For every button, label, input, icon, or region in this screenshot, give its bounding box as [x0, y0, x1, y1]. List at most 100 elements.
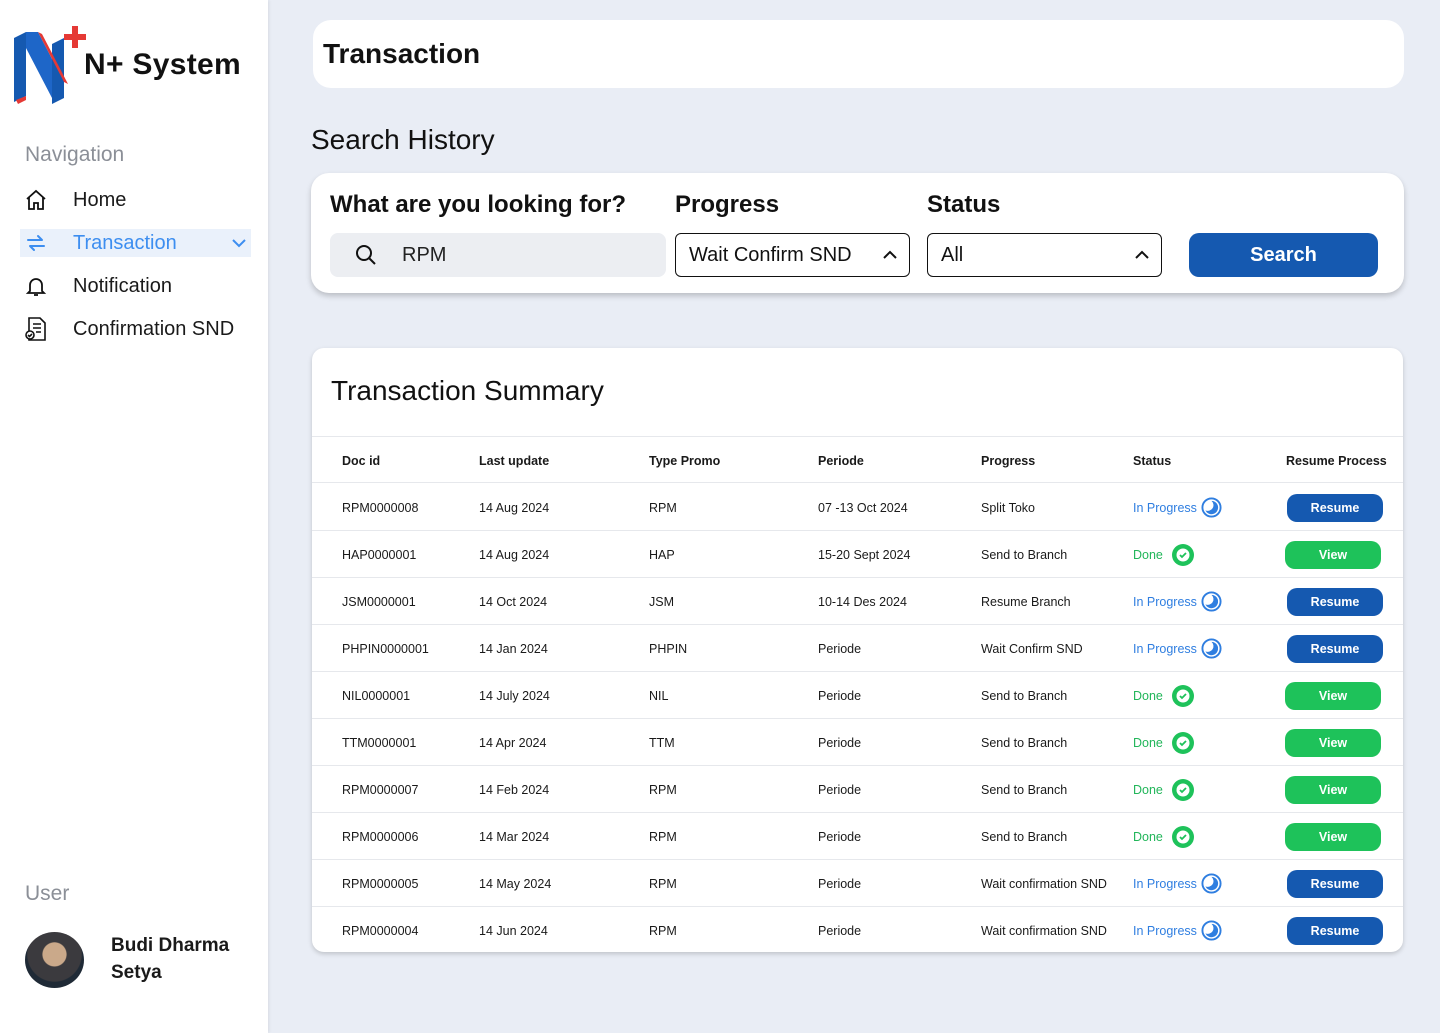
periode-cell: 07 -13 Oct 2024 [818, 500, 908, 515]
progress-cell: Send to Branch [981, 547, 1068, 562]
navigation-heading: Navigation [25, 143, 125, 166]
status-badge: In Progress [1133, 594, 1197, 609]
column-header: Last update [479, 453, 550, 468]
table-title: Transaction Summary [331, 375, 604, 406]
chevron-up-icon [881, 246, 899, 264]
status-select-value: All [941, 243, 964, 266]
page-title: Transaction [323, 38, 481, 69]
in-progress-icon [1201, 497, 1222, 518]
status-cell: In Progress [1133, 578, 1222, 625]
doc-id-cell: NIL0000001 [342, 688, 411, 703]
table-row: RPM0000006 14 Mar 2024 RPM Periode Send to B… [312, 813, 1403, 860]
sidebar-item-label: Confirmation SND [73, 317, 235, 340]
progress-cell: Send to Branch [981, 688, 1068, 703]
progress-cell: Split Toko [981, 500, 1035, 515]
table-row: RPM0000007 14 Feb 2024 RPM Periode Send to B… [312, 766, 1403, 813]
resume-button[interactable]: Resume [1287, 635, 1383, 663]
last-update-cell: 14 Mar 2024 [479, 829, 550, 844]
last-update-cell: 14 Aug 2024 [479, 500, 550, 515]
table-row: TTM0000001 14 Apr 2024 TTM Periode Send to B… [312, 719, 1403, 766]
user-heading: User [25, 882, 70, 905]
resume-button[interactable]: Resume [1287, 917, 1383, 945]
search-field[interactable] [330, 233, 666, 277]
periode-cell: 15-20 Sept 2024 [818, 547, 911, 562]
status-badge: Done [1133, 829, 1163, 844]
doc-id-cell: RPM0000007 [342, 782, 419, 797]
status-select[interactable]: All [927, 233, 1162, 277]
progress-cell: Resume Branch [981, 594, 1071, 609]
last-update-cell: 14 Jun 2024 [479, 923, 548, 938]
view-button[interactable]: View [1285, 729, 1381, 757]
chevron-up-icon [1133, 246, 1151, 264]
status-cell: Done [1133, 766, 1195, 813]
status-cell: In Progress [1133, 484, 1222, 531]
type-promo-cell: JSM [649, 594, 674, 609]
search-history-title: Search History [311, 124, 495, 155]
progress-select[interactable]: Wait Confirm SND [675, 233, 910, 277]
status-cell: Done [1133, 719, 1195, 766]
progress-cell: Send to Branch [981, 735, 1068, 750]
sidebar-item-confirmation-snd[interactable]: Confirmation SND [20, 315, 251, 343]
periode-cell: Periode [818, 829, 862, 844]
periode-cell: Periode [818, 735, 862, 750]
doc-id-cell: PHPIN0000001 [342, 641, 429, 656]
sidebar-item-home[interactable]: Home [20, 186, 251, 214]
sidebar-item-label: Notification [73, 274, 172, 297]
view-button[interactable]: View [1285, 776, 1381, 804]
resume-button[interactable]: Resume [1287, 494, 1383, 522]
n-plus-logo-icon [14, 26, 86, 104]
doc-id-cell: RPM0000005 [342, 876, 419, 891]
status-cell: Done [1133, 672, 1195, 719]
in-progress-icon [1201, 873, 1222, 894]
doc-id-cell: JSM0000001 [342, 594, 416, 609]
progress-select-value: Wait Confirm SND [689, 243, 852, 266]
status-badge: Done [1133, 782, 1163, 797]
periode-cell: Periode [818, 876, 862, 891]
check-circle-icon [1171, 543, 1195, 567]
sidebar: N+ System Navigation Home Transaction No… [0, 0, 268, 1033]
app-name: N+ System [84, 48, 241, 81]
sidebar-item-transaction[interactable]: Transaction [20, 229, 251, 257]
query-label: What are you looking for? [330, 191, 627, 218]
last-update-cell: 14 Oct 2024 [479, 594, 548, 609]
home-icon [20, 188, 52, 212]
status-badge: Done [1133, 688, 1163, 703]
avatar[interactable] [25, 932, 84, 988]
progress-cell: Wait confirmation SND [981, 923, 1107, 938]
sidebar-item-label: Transaction [73, 231, 177, 254]
type-promo-cell: TTM [649, 735, 675, 750]
in-progress-icon [1201, 920, 1222, 941]
progress-cell: Wait Confirm SND [981, 641, 1083, 656]
periode-cell: Periode [818, 782, 862, 797]
column-header: Status [1133, 453, 1172, 468]
chevron-down-icon[interactable] [231, 238, 247, 248]
search-button[interactable]: Search [1189, 233, 1378, 277]
transfer-icon [20, 231, 52, 255]
table-row: JSM0000001 14 Oct 2024 JSM 10-14 Des 2024 Re… [312, 578, 1403, 625]
search-icon [354, 243, 378, 267]
check-circle-icon [1171, 731, 1195, 755]
table-header: Doc id Last update Type Promo Periode Pr… [312, 436, 1403, 483]
progress-cell: Wait confirmation SND [981, 876, 1107, 891]
status-cell: Done [1133, 813, 1195, 860]
status-badge: In Progress [1133, 923, 1197, 938]
column-header: Progress [981, 453, 1036, 468]
in-progress-icon [1201, 638, 1222, 659]
resume-button[interactable]: Resume [1287, 870, 1383, 898]
last-update-cell: 14 May 2024 [479, 876, 552, 891]
search-input[interactable] [402, 243, 642, 267]
column-header: Resume Process [1286, 453, 1387, 468]
status-cell: In Progress [1133, 860, 1222, 907]
type-promo-cell: RPM [649, 782, 677, 797]
view-button[interactable]: View [1285, 823, 1381, 851]
view-button[interactable]: View [1285, 682, 1381, 710]
page-header: Transaction [313, 20, 1404, 88]
status-badge: In Progress [1133, 500, 1197, 515]
app-logo[interactable]: N+ System [12, 20, 241, 104]
check-circle-icon [1171, 684, 1195, 708]
resume-button[interactable]: Resume [1287, 588, 1383, 616]
last-update-cell: 14 Aug 2024 [479, 547, 550, 562]
view-button[interactable]: View [1285, 541, 1381, 569]
sidebar-item-notification[interactable]: Notification [20, 272, 251, 300]
table-row: NIL0000001 14 July 2024 NIL Periode Send to … [312, 672, 1403, 719]
